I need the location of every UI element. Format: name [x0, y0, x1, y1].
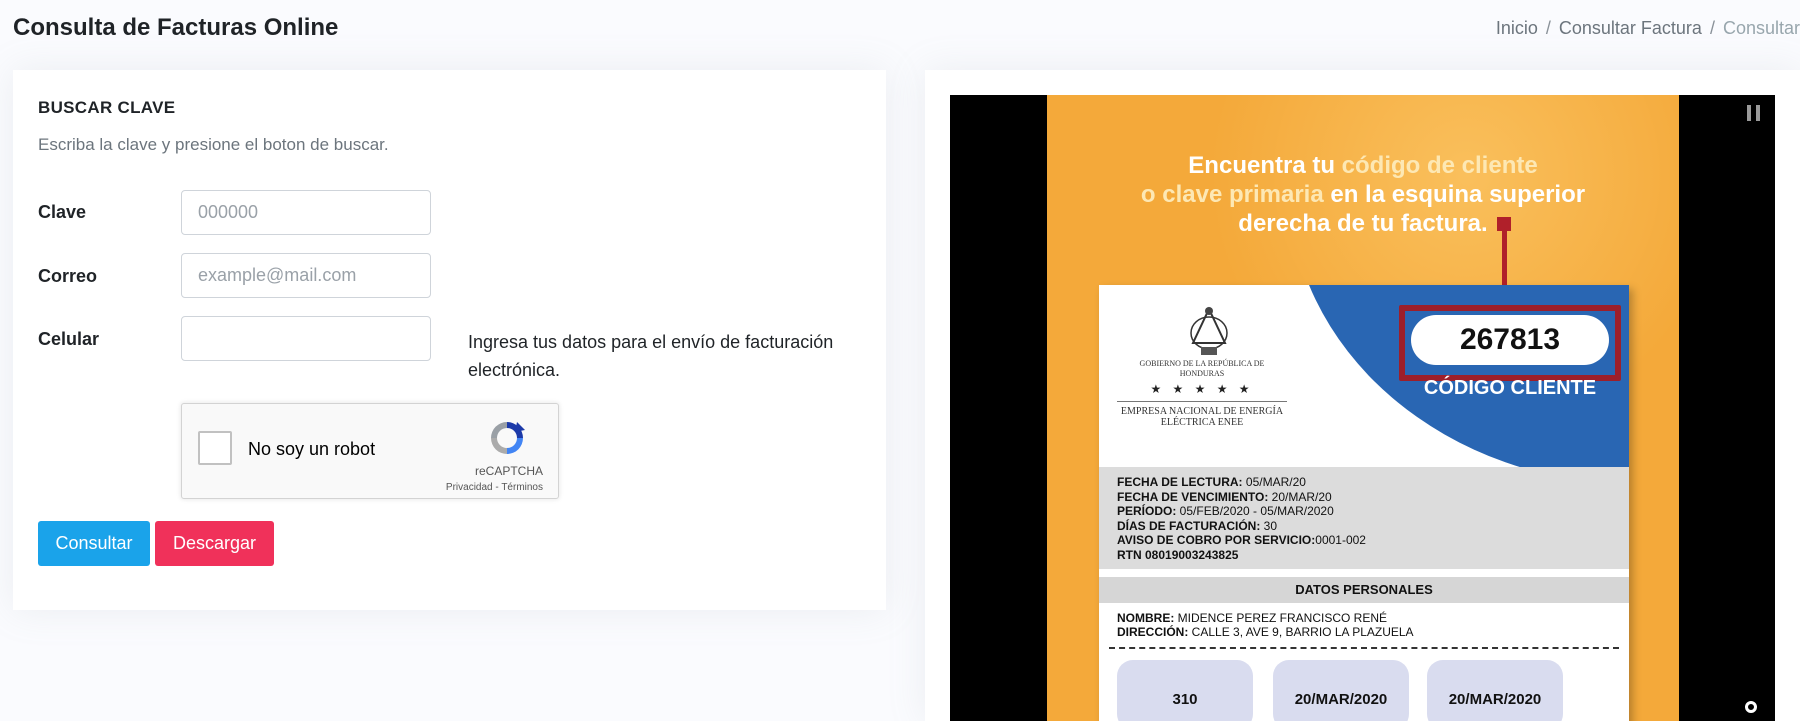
breadcrumb-current: Consultar — [1722, 18, 1800, 38]
info-row: RTN 08019003243825 — [1117, 547, 1239, 562]
recaptcha-brand: reCAPTCHA — [474, 464, 543, 478]
recaptcha-label: No soy un robot — [248, 439, 376, 459]
recaptcha-logo-icon — [491, 422, 525, 454]
pause-icon[interactable] — [1747, 105, 1761, 121]
topbar: Consulta de Facturas Online Inicio / Consu… — [0, 0, 1800, 60]
breadcrumb-consultar-factura[interactable]: Consultar Factura — [1559, 18, 1702, 38]
client-code-label: CÓDIGO CLIENTE — [1423, 377, 1597, 399]
stars: ★ ★ ★ ★ ★ — [1150, 382, 1254, 396]
pointer-dot — [1497, 217, 1511, 231]
correo-input[interactable] — [181, 253, 431, 298]
bill-pill: 20/MAR/2020 — [1273, 660, 1409, 721]
search-card: BUSCAR CLAVE Escriba la clave y presione… — [13, 70, 886, 610]
circle-indicator-icon[interactable] — [1745, 701, 1757, 713]
datos-personales-header: DATOS PERSONALES — [1099, 577, 1629, 603]
card-subtitle: Escriba la clave y presione el boton de … — [38, 135, 389, 154]
breadcrumb: Inicio / Consultar Factura / Consultar — [1496, 18, 1800, 39]
video-frame: Encuentra tu código de cliente o clave p… — [1047, 95, 1679, 721]
client-code: 267813 — [1411, 315, 1609, 365]
promo-line-1: Encuentra tu código de cliente — [1188, 152, 1538, 179]
breadcrumb-separator: / — [1709, 18, 1715, 38]
divider — [1117, 401, 1287, 402]
bill-pill: 310 — [1117, 660, 1253, 721]
page-title: Consulta de Facturas Online — [13, 14, 339, 41]
info-row: AVISO DE COBRO POR SERVICIO:0001-002 — [1117, 533, 1366, 548]
personal-data: NOMBRE: MIDENCE PEREZ FRANCISCO RENÉ DIR… — [1117, 611, 1414, 639]
sample-bill: 267813 CÓDIGO CLIENTE GOBIERNO DE LA REP… — [1099, 285, 1629, 721]
clave-label: Clave — [38, 202, 87, 222]
card-title: BUSCAR CLAVE — [38, 98, 176, 117]
info-row: FECHA DE VENCIMIENTO: 20/MAR/20 — [1117, 489, 1332, 504]
info-row: DÍAS DE FACTURACIÓN: 30 — [1117, 518, 1278, 533]
government-text: GOBIERNO DE LA REPÚBLICA DE HONDURAS — [1139, 359, 1265, 378]
promo-line-3: derecha de tu factura. — [1238, 210, 1488, 237]
coat-of-arms-icon — [1190, 306, 1228, 355]
correo-label: Correo — [38, 266, 98, 286]
promo-line-2: o clave primaria en la esquina superior — [1140, 181, 1586, 208]
celular-hint: Ingresa tus datos para el envío de factu… — [468, 332, 834, 380]
breadcrumb-separator: / — [1545, 18, 1551, 38]
consultar-button[interactable]: Consultar — [38, 521, 150, 566]
breadcrumb-inicio[interactable]: Inicio — [1496, 18, 1538, 38]
bill-pill: 20/MAR/2020 — [1427, 660, 1563, 721]
celular-input[interactable] — [181, 316, 431, 361]
info-row: PERÍODO: 05/FEB/2020 - 05/MAR/2020 — [1117, 504, 1334, 519]
recaptcha-checkbox[interactable] — [198, 431, 232, 465]
bill-info: FECHA DE LECTURA: 05/MAR/20 FECHA DE VEN… — [1117, 475, 1366, 563]
recaptcha-widget: No soy un robot reCAPTCHA Privacidad - T… — [181, 403, 559, 499]
company-name: EMPRESA NACIONAL DE ENERGÍA ELÉCTRICA EN… — [1120, 406, 1284, 428]
celular-label: Celular — [38, 329, 100, 349]
dashed-divider — [1109, 647, 1619, 649]
clave-input[interactable] — [181, 190, 431, 235]
video-player[interactable]: Encuentra tu código de cliente o clave p… — [950, 95, 1775, 721]
descargar-button[interactable]: Descargar — [155, 521, 274, 566]
media-card: Encuentra tu código de cliente o clave p… — [925, 70, 1800, 721]
recaptcha-links[interactable]: Privacidad - Términos — [446, 482, 543, 493]
info-row: FECHA DE LECTURA: 05/MAR/20 — [1117, 475, 1306, 489]
